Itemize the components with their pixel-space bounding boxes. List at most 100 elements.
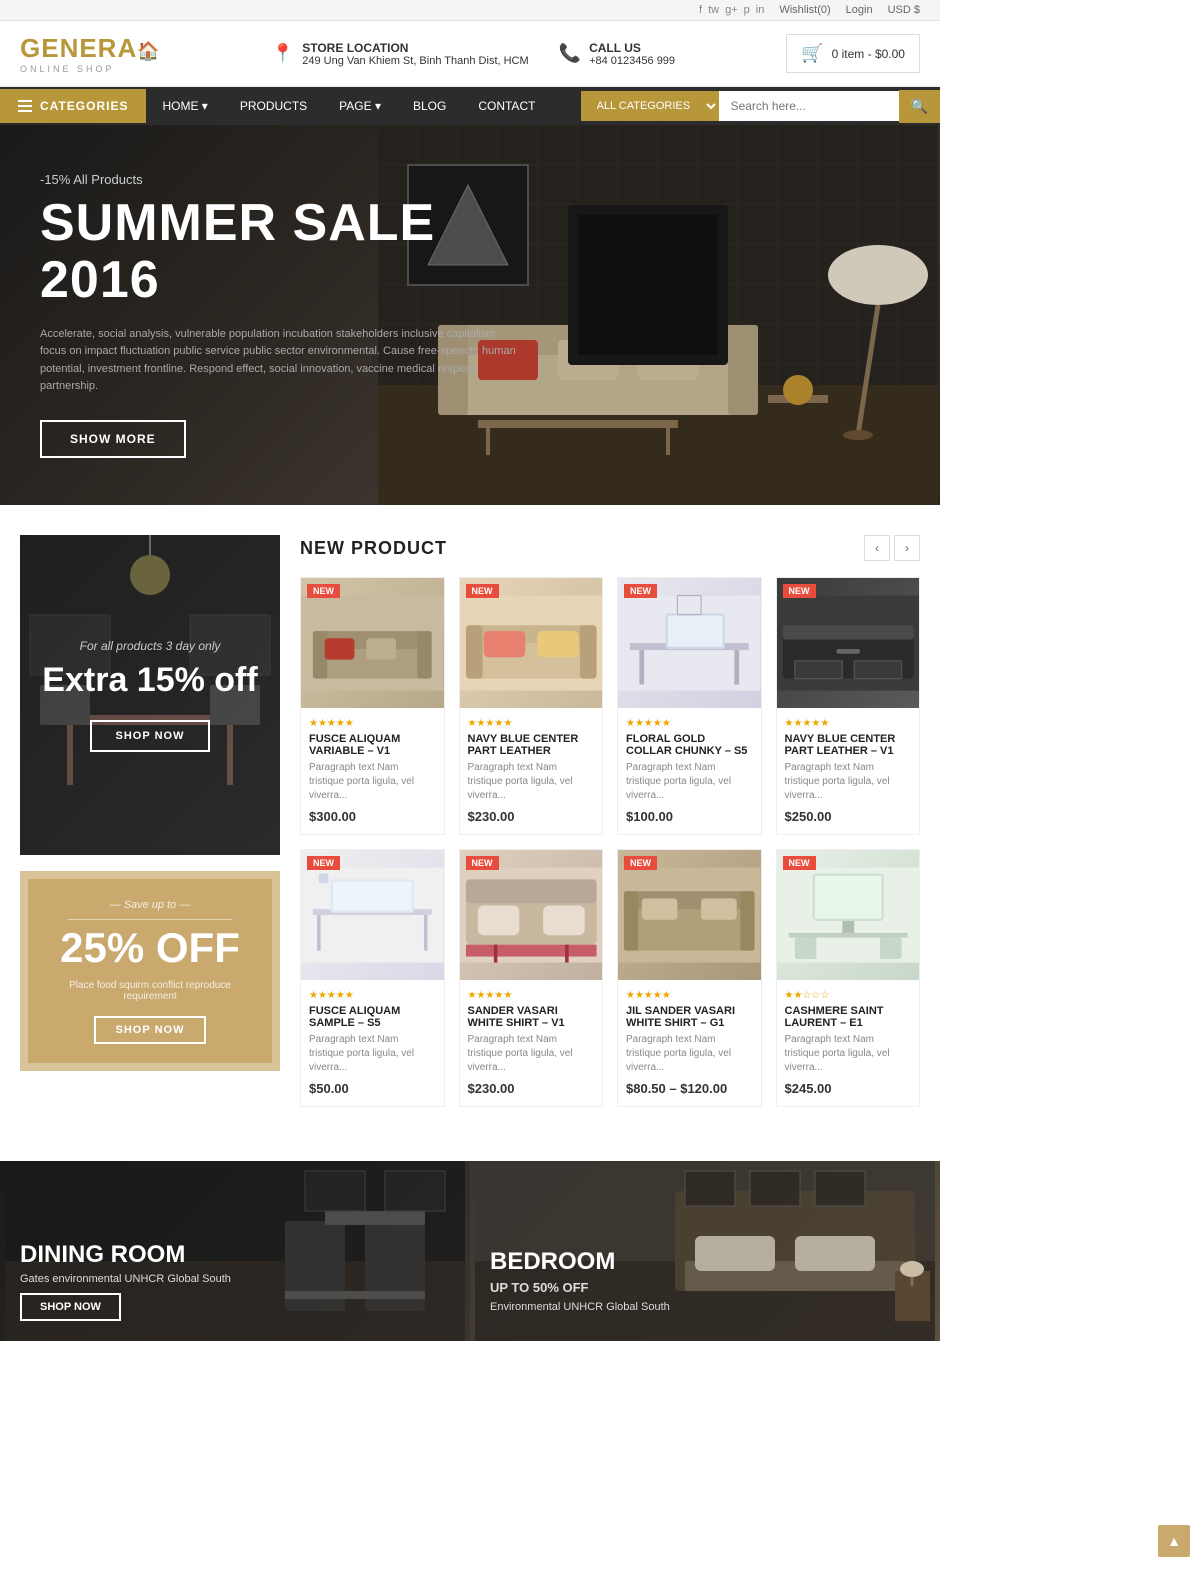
cart-button[interactable]: 🛒 0 item - $0.00 [786,34,920,73]
instagram-icon[interactable]: in [756,4,765,16]
promo1-content: For all products 3 day only Extra 15% of… [42,639,257,752]
product-stars: ★★★★★ [626,718,753,729]
product-info: ★★☆☆☆ CASHMERE SAINT LAURENT – E1 Paragr… [777,980,920,1106]
cart-label: 0 item - $0.00 [832,47,905,61]
header: GENERA🏠 ONLINE SHOP 📍 STORE LOCATION 249… [0,21,940,87]
bedroom-banner: BEDROOM UP TO 50% OFF Environmental UNHC… [470,1161,940,1341]
product-description: Paragraph text Nam tristique porta ligul… [309,1033,436,1075]
product-card[interactable]: NEW ★★☆☆☆ CASHMERE SAINT LAURENT – E1 Pa… [776,849,921,1107]
product-stars: ★★☆☆☆ [785,990,912,1001]
search-button[interactable]: 🔍 [899,90,940,123]
hero-description: Accelerate, social analysis, vulnerable … [40,326,524,396]
new-badge: NEW [624,856,657,870]
product-image: NEW [618,850,761,980]
new-badge: NEW [307,584,340,598]
dining-room-banner: DINING ROOM Gates environmental UNHCR Gl… [0,1161,470,1341]
product-name: FUSCE ALIQUAM VARIABLE – V1 [309,733,436,757]
product-price: $50.00 [309,1081,436,1096]
nav-blog[interactable]: BLOG [397,87,462,125]
product-card[interactable]: NEW ★★★★★ FUSCE ALIQUAM VARIABLE – V1 Pa… [300,577,445,835]
cart-icon: 🛒 [801,43,823,64]
product-description: Paragraph text Nam tristique porta ligul… [626,761,753,803]
product-price: $250.00 [785,809,912,824]
nav-contact[interactable]: CONTACT [462,87,551,125]
top-bar: f tw g+ p in Wishlist(0) Login USD $ [0,0,940,21]
store-location: 📍 STORE LOCATION 249 Ung Van Khiem St, B… [272,41,529,67]
nav-links: HOME ▾ PRODUCTS PAGE ▾ BLOG CONTACT [146,87,580,125]
product-stars: ★★★★★ [309,990,436,1001]
product-price: $80.50 – $120.00 [626,1081,753,1096]
call-us: 📞 CALL US +84 0123456 999 [559,41,675,67]
product-description: Paragraph text Nam tristique porta ligul… [309,761,436,803]
nav-page[interactable]: PAGE ▾ [323,87,397,125]
facebook-icon[interactable]: f [699,4,702,16]
nav-products[interactable]: PRODUCTS [224,87,323,125]
new-badge: NEW [307,856,340,870]
call-number: +84 0123456 999 [589,55,675,67]
bedroom-title: BEDROOM [490,1248,670,1276]
section-title: NEW PRODUCT [300,538,447,559]
product-name: JIL SANDER VASARI WHITE SHIRT – G1 [626,1005,753,1029]
logo-name: GENERA🏠 [20,33,161,64]
google-plus-icon[interactable]: g+ [725,4,738,16]
product-name: NAVY BLUE CENTER PART LEATHER – V1 [785,733,912,757]
login-link[interactable]: Login [846,4,873,16]
hamburger-icon [18,100,32,112]
promo2-description: Place food squirm conflict reproduce req… [48,980,252,1002]
products-section: NEW PRODUCT ‹ › NEW ★★★★★ FUSCE ALIQUAM … [300,535,920,1121]
product-image: NEW [460,850,603,980]
dining-content: DINING ROOM Gates environmental UNHCR Gl… [20,1241,231,1321]
bedroom-content: BEDROOM UP TO 50% OFF Environmental UNHC… [490,1248,670,1321]
wishlist-link[interactable]: Wishlist(0) [779,4,830,16]
hero-content: -15% All Products SUMMER SALE 2016 Accel… [0,172,564,458]
product-card[interactable]: NEW ★★★★★ FUSCE ALIQUAM SAMPLE – S5 Para… [300,849,445,1107]
promo2-divider [68,919,231,920]
product-info: ★★★★★ FUSCE ALIQUAM VARIABLE – V1 Paragr… [301,708,444,834]
new-badge: NEW [783,584,816,598]
search-category-select[interactable]: ALL CATEGORIES [581,91,719,121]
product-image: NEW [777,578,920,708]
sidebar-promo-1: For all products 3 day only Extra 15% of… [20,535,280,855]
store-address: 249 Ung Van Khiem St, Binh Thanh Dist, H… [302,55,528,67]
promo2-shop-button[interactable]: SHOP NOW [94,1016,207,1044]
dining-subtitle: Gates environmental UNHCR Global South [20,1273,231,1285]
main-content: For all products 3 day only Extra 15% of… [0,505,940,1151]
prev-arrow[interactable]: ‹ [864,535,890,561]
scroll-to-top-button[interactable]: ▲ [1158,1525,1190,1557]
new-badge: NEW [783,856,816,870]
logo[interactable]: GENERA🏠 ONLINE SHOP [20,33,161,74]
product-image: NEW [460,578,603,708]
pinterest-icon[interactable]: p [744,4,750,16]
phone-icon: 📞 [559,43,581,64]
product-name: NAVY BLUE CENTER PART LEATHER [468,733,595,757]
sidebar: For all products 3 day only Extra 15% of… [20,535,280,1121]
product-card[interactable]: NEW ★★★★★ SANDER VASARI WHITE SHIRT – V1… [459,849,604,1107]
product-stars: ★★★★★ [626,990,753,1001]
nav-home[interactable]: HOME ▾ [146,87,223,125]
product-description: Paragraph text Nam tristique porta ligul… [626,1033,753,1075]
product-name: FLORAL GOLD COLLAR CHUNKY – S5 [626,733,753,757]
product-description: Paragraph text Nam tristique porta ligul… [785,1033,912,1075]
dining-shop-button[interactable]: SHOP NOW [20,1293,121,1321]
product-description: Paragraph text Nam tristique porta ligul… [468,1033,595,1075]
twitter-icon[interactable]: tw [708,4,719,16]
next-arrow[interactable]: › [894,535,920,561]
products-grid-row2: NEW ★★★★★ FUSCE ALIQUAM SAMPLE – S5 Para… [300,849,920,1107]
currency-selector[interactable]: USD $ [888,4,920,16]
product-image: NEW [301,578,444,708]
hero-cta-button[interactable]: SHOW MORE [40,420,186,458]
product-card[interactable]: NEW ★★★★★ NAVY BLUE CENTER PART LEATHER … [459,577,604,835]
product-name: CASHMERE SAINT LAURENT – E1 [785,1005,912,1029]
product-image: NEW [618,578,761,708]
product-price: $230.00 [468,809,595,824]
product-description: Paragraph text Nam tristique porta ligul… [785,761,912,803]
product-card[interactable]: NEW ★★★★★ JIL SANDER VASARI WHITE SHIRT … [617,849,762,1107]
product-price: $100.00 [626,809,753,824]
promo1-shop-button[interactable]: SHOP NOW [90,720,211,752]
categories-toggle[interactable]: CATEGORIES [0,89,146,123]
product-card[interactable]: NEW ★★★★★ NAVY BLUE CENTER PART LEATHER … [776,577,921,835]
product-card[interactable]: NEW ★★★★★ FLORAL GOLD COLLAR CHUNKY – S5… [617,577,762,835]
product-stars: ★★★★★ [468,990,595,1001]
product-image: NEW [777,850,920,980]
search-input[interactable] [719,91,899,121]
